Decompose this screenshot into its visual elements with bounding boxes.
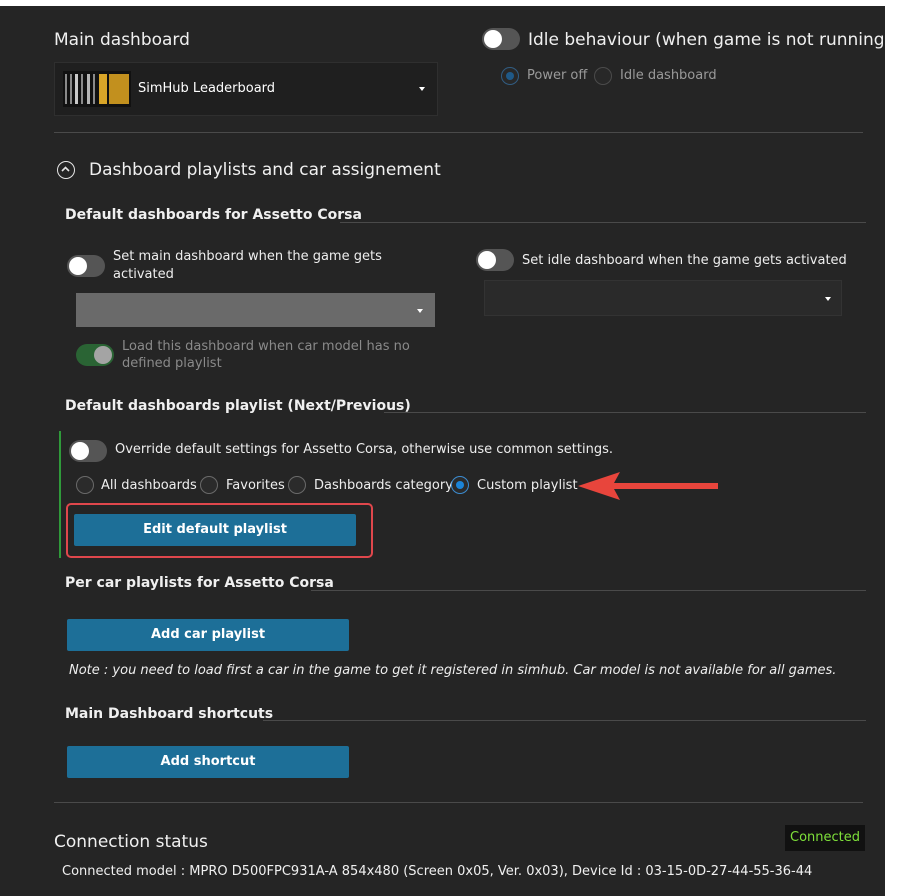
edit-default-playlist-button[interactable]: Edit default playlist xyxy=(74,514,356,546)
arrow-icon xyxy=(578,472,718,500)
per-car-note: Note : you need to load first a car in t… xyxy=(69,663,837,678)
favorites-radio[interactable] xyxy=(200,476,218,494)
connection-status-title: Connection status xyxy=(54,832,208,852)
load-dashboard-label-2: defined playlist xyxy=(122,356,222,371)
settings-panel: Main dashboard SimHub Leaderboard Idle b… xyxy=(0,6,885,896)
chevron-down-icon xyxy=(417,309,423,313)
load-dashboard-toggle[interactable] xyxy=(76,344,114,366)
idle-dashboard-label: Idle dashboard xyxy=(620,68,717,83)
idle-behaviour-toggle[interactable] xyxy=(482,28,520,50)
override-toggle[interactable] xyxy=(69,440,107,462)
main-dashboard-selected-value: SimHub Leaderboard xyxy=(138,81,276,96)
main-dashboard-select[interactable]: SimHub Leaderboard xyxy=(54,62,438,116)
connected-model-text: Connected model : MPRO D500FPC931A-A 854… xyxy=(62,864,813,879)
override-label: Override default settings for Assetto Co… xyxy=(115,442,613,457)
all-dashboards-label: All dashboards xyxy=(101,478,197,493)
chevron-down-icon xyxy=(825,297,831,301)
power-off-label: Power off xyxy=(527,68,588,83)
power-off-radio[interactable] xyxy=(501,67,519,85)
all-dashboards-radio[interactable] xyxy=(76,476,94,494)
divider xyxy=(54,802,863,803)
divider xyxy=(340,222,866,223)
set-main-dashboard-toggle[interactable] xyxy=(67,255,105,277)
divider xyxy=(311,590,866,591)
playlist-section-title: Default dashboards playlist (Next/Previo… xyxy=(65,398,411,414)
chevron-down-icon xyxy=(419,87,425,91)
favorites-label: Favorites xyxy=(226,478,285,493)
main-dashboard-dropdown[interactable] xyxy=(76,293,435,327)
override-section-bar xyxy=(59,431,61,558)
main-dashboard-title: Main dashboard xyxy=(54,30,190,50)
idle-dashboard-radio[interactable] xyxy=(594,67,612,85)
custom-playlist-radio[interactable] xyxy=(451,476,469,494)
set-main-dashboard-label-2: activated xyxy=(113,267,174,282)
idle-dashboard-dropdown[interactable] xyxy=(484,280,842,316)
idle-behaviour-title: Idle behaviour (when game is not running xyxy=(528,30,885,50)
dashboards-category-label: Dashboards category xyxy=(314,478,453,493)
dashboard-thumbnail-icon xyxy=(63,71,131,107)
add-shortcut-button[interactable]: Add shortcut xyxy=(67,746,349,778)
dashboards-category-radio[interactable] xyxy=(288,476,306,494)
load-dashboard-label: Load this dashboard when car model has n… xyxy=(122,339,410,354)
default-dashboards-title: Default dashboards for Assetto Corsa xyxy=(65,207,362,223)
custom-playlist-label: Custom playlist xyxy=(477,478,578,493)
collapse-chevron-icon[interactable] xyxy=(57,161,75,179)
connection-status-badge: Connected xyxy=(785,825,866,851)
divider xyxy=(54,132,863,133)
playlists-title: Dashboard playlists and car assignement xyxy=(89,160,441,180)
set-idle-dashboard-label: Set idle dashboard when the game gets ac… xyxy=(522,253,847,268)
shortcuts-title: Main Dashboard shortcuts xyxy=(65,706,274,722)
set-main-dashboard-label: Set main dashboard when the game gets xyxy=(113,249,382,264)
divider xyxy=(384,412,866,413)
per-car-title: Per car playlists for Assetto Corsa xyxy=(65,575,334,591)
divider xyxy=(263,720,866,721)
set-idle-dashboard-toggle[interactable] xyxy=(476,249,514,271)
add-car-playlist-button[interactable]: Add car playlist xyxy=(67,619,349,651)
